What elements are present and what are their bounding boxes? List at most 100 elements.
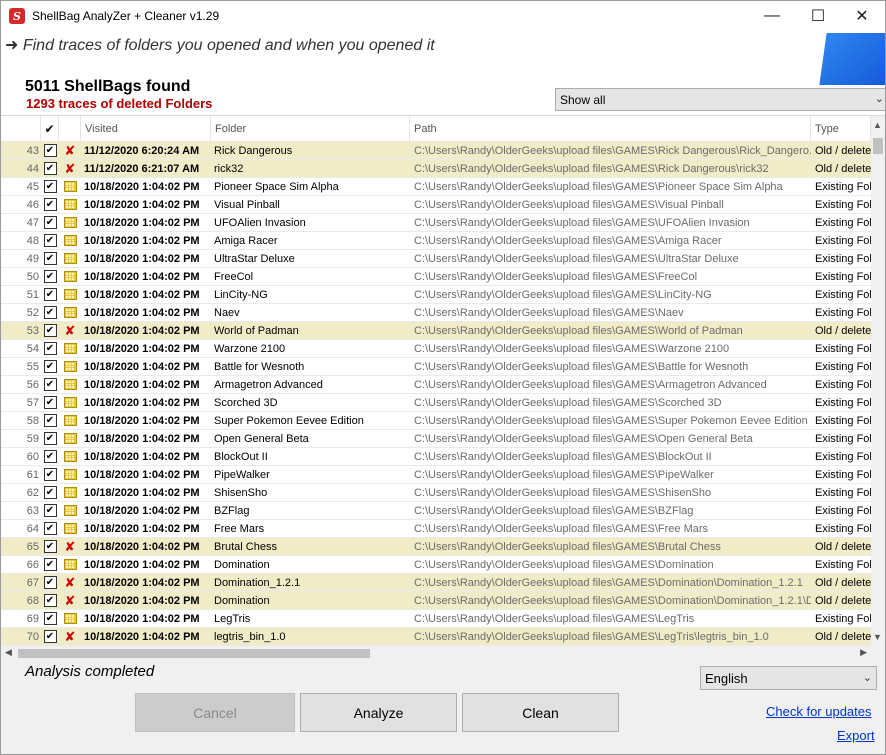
tagline: ➜ Find traces of folders you opened and … [5,37,435,54]
row-checkbox[interactable]: ✔ [43,180,57,193]
table-row[interactable]: 64 ✔ 10/18/2020 1:04:02 PM Free Mars C:\User… [1,520,871,538]
row-checkbox[interactable]: ✔ [43,288,57,301]
row-checkbox[interactable]: ✔ [43,306,57,319]
row-checkbox[interactable]: ✔ [43,342,57,355]
table-row[interactable]: 53 ✔ ✘ 10/18/2020 1:04:02 PM World of Padman… [1,322,871,340]
horizontal-scrollbar[interactable]: ◀ ▶ [1,646,871,660]
row-checkbox[interactable]: ✔ [43,414,57,427]
row-checkbox[interactable]: ✔ [43,216,57,229]
row-checkbox[interactable]: ✔ [43,468,57,481]
table-row[interactable]: 45 ✔ 10/18/2020 1:04:02 PM Pioneer Space Si… [1,178,871,196]
row-checkbox[interactable]: ✔ [43,540,57,553]
row-number: 66 [26,558,39,571]
close-button[interactable]: ✕ [839,1,885,31]
header-visited[interactable]: Visited [81,116,211,142]
table-row[interactable]: 63 ✔ 10/18/2020 1:04:02 PM BZFlag C:\Users\R… [1,502,871,520]
row-visited: 10/18/2020 1:04:02 PM [84,468,200,481]
scroll-right-icon[interactable]: ▶ [860,647,867,658]
folder-grid-icon [63,271,77,282]
row-checkbox[interactable]: ✔ [43,144,57,157]
table-row[interactable]: 69 ✔ 10/18/2020 1:04:02 PM LegTris C:\Users\… [1,610,871,628]
app-logo-icon: S [9,8,25,24]
row-type: Old / deleted [815,630,871,643]
row-checkbox-cell: ✔ [41,396,59,409]
scroll-down-icon[interactable]: ▼ [873,632,882,642]
row-checkbox[interactable]: ✔ [43,252,57,265]
row-checkbox[interactable]: ✔ [43,324,57,337]
vertical-scroll-thumb[interactable] [873,138,883,154]
maximize-button[interactable]: ☐ [795,1,841,31]
header-check-all[interactable]: ✔ [41,116,59,142]
row-path: C:\Users\Randy\OlderGeeks\upload files\G… [414,342,730,355]
table-row[interactable]: 66 ✔ 10/18/2020 1:04:02 PM Domination C:\Use… [1,556,871,574]
table-row[interactable]: 54 ✔ 10/18/2020 1:04:02 PM Warzone 2100 C:\U… [1,340,871,358]
table-row[interactable]: 46 ✔ 10/18/2020 1:04:02 PM Visual Pinball C:… [1,196,871,214]
row-checkbox-cell: ✔ [41,162,59,175]
shellbag-count: 5011 ShellBags found [25,78,191,95]
row-checkbox[interactable]: ✔ [43,450,57,463]
row-checkbox[interactable]: ✔ [43,234,57,247]
row-checkbox[interactable]: ✔ [43,378,57,391]
table-row[interactable]: 50 ✔ 10/18/2020 1:04:02 PM FreeCol C:\Users\… [1,268,871,286]
table-row[interactable]: 70 ✔ ✘ 10/18/2020 1:04:02 PM legtris_bin_1.0… [1,628,871,646]
table-row[interactable]: 65 ✔ ✘ 10/18/2020 1:04:02 PM Brutal Chess C:\… [1,538,871,556]
table-row[interactable]: 43 ✔ ✘ 11/12/2020 6:20:24 AM Rick Dangerous C… [1,142,871,160]
table-row[interactable]: 56 ✔ 10/18/2020 1:04:02 PM Armagetron Advan… [1,376,871,394]
row-checkbox[interactable]: ✔ [43,198,57,211]
row-checkbox[interactable]: ✔ [43,486,57,499]
analyze-button[interactable]: Analyze [300,693,457,732]
table-row[interactable]: 49 ✔ 10/18/2020 1:04:02 PM UltraStar Deluxe… [1,250,871,268]
table-row[interactable]: 52 ✔ 10/18/2020 1:04:02 PM Naev C:\Users\Ran… [1,304,871,322]
row-checkbox[interactable]: ✔ [43,594,57,607]
red-x-icon: ✘ [64,323,76,338]
row-visited: 10/18/2020 1:04:02 PM [84,450,200,463]
row-checkbox[interactable]: ✔ [43,396,57,409]
table-row[interactable]: 51 ✔ 10/18/2020 1:04:02 PM LinCity-NG C:\Use… [1,286,871,304]
row-checkbox[interactable]: ✔ [43,558,57,571]
check-updates-link[interactable]: Check for updates [766,704,872,719]
row-visited: 10/18/2020 1:04:02 PM [84,270,200,283]
scroll-left-icon[interactable]: ◀ [5,647,12,658]
row-checkbox[interactable]: ✔ [43,270,57,283]
row-checkbox[interactable]: ✔ [43,504,57,517]
red-x-icon: ✘ [64,539,76,554]
header-path[interactable]: Path [410,116,811,142]
title-bar[interactable]: S ShellBag AnalyZer + Cleaner v1.29 — ☐ … [1,1,885,31]
vertical-scrollbar[interactable]: ▲ ▼ [871,116,885,646]
table-row[interactable]: 57 ✔ 10/18/2020 1:04:02 PM Scorched 3D C:\Us… [1,394,871,412]
row-checkbox[interactable]: ✔ [43,522,57,535]
scroll-up-icon[interactable]: ▲ [873,120,882,130]
row-checkbox[interactable]: ✔ [43,360,57,373]
filter-dropdown[interactable]: Show all ⌄ [555,88,885,111]
table-row[interactable]: 62 ✔ 10/18/2020 1:04:02 PM ShisenSho C:\User… [1,484,871,502]
row-folder: ShisenSho [214,486,268,499]
table-row[interactable]: 59 ✔ 10/18/2020 1:04:02 PM Open General Bet… [1,430,871,448]
language-dropdown[interactable]: English ⌄ [700,666,877,690]
cancel-button[interactable]: Cancel [135,693,295,732]
horizontal-scroll-thumb[interactable] [18,649,370,658]
table-row[interactable]: 67 ✔ ✘ 10/18/2020 1:04:02 PM Domination_1.2.… [1,574,871,592]
row-checkbox[interactable]: ✔ [43,576,57,589]
table-row[interactable]: 47 ✔ 10/18/2020 1:04:02 PM UFOAlien Invasio… [1,214,871,232]
row-number: 63 [26,504,39,517]
export-link[interactable]: Export [837,728,875,743]
header-folder[interactable]: Folder [211,116,410,142]
row-folder: UFOAlien Invasion [214,216,306,229]
table-row[interactable]: 58 ✔ 10/18/2020 1:04:02 PM Super Pokemon Ee… [1,412,871,430]
status-text: Analysis completed [25,663,155,680]
table-row[interactable]: 44 ✔ ✘ 11/12/2020 6:21:07 AM rick32 C:\Users\… [1,160,871,178]
table-row[interactable]: 61 ✔ 10/18/2020 1:04:02 PM PipeWalker C:\Use… [1,466,871,484]
row-checkbox[interactable]: ✔ [43,432,57,445]
table-row[interactable]: 48 ✔ 10/18/2020 1:04:02 PM Amiga Racer C:\Us… [1,232,871,250]
row-type: Old / deleted [815,162,871,175]
minimize-button[interactable]: — [749,1,795,31]
row-checkbox[interactable]: ✔ [43,612,57,625]
header-type[interactable]: Type [811,116,871,142]
row-number: 48 [26,234,39,247]
row-checkbox[interactable]: ✔ [43,630,57,643]
table-row[interactable]: 60 ✔ 10/18/2020 1:04:02 PM BlockOut II C:\Us… [1,448,871,466]
clean-button[interactable]: Clean [462,693,619,732]
row-checkbox[interactable]: ✔ [43,162,57,175]
table-row[interactable]: 68 ✔ ✘ 10/18/2020 1:04:02 PM Domination C:\Us… [1,592,871,610]
table-row[interactable]: 55 ✔ 10/18/2020 1:04:02 PM Battle for Wesno… [1,358,871,376]
